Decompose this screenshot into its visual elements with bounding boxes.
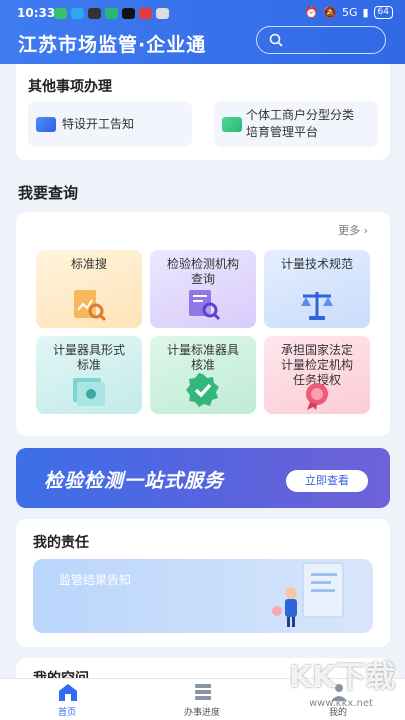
app-icon [105,8,118,19]
special-equipment-notice-label: 特设开工告知 [62,117,135,131]
message-icon [71,8,84,19]
tile-label: 计量技术规范 [264,257,370,272]
individual-business-platform-label-1: 个体工商户分型分类 [246,108,355,122]
tile-label-line1: 标准搜 [70,257,107,271]
agency-search-icon [189,290,221,321]
award-seal-icon [306,383,328,410]
banner-title: 检验检测一站式服务 [44,470,225,492]
special-equipment-notice-item[interactable]: 特设开工告知 [28,101,192,147]
progress-list-icon [195,684,211,700]
system-icons: ⏰ 🔕 5G ▮ 64 [305,6,393,19]
individual-business-platform-item[interactable]: 个体工商户分型分类 培育管理平台 [214,101,378,147]
query-section-title: 我要查询 [18,184,79,202]
query-card: 更多 › 标准搜 检验检测机构 查询 计量技术规范 计量器具形式 标准 计量标准… [16,212,390,436]
status-bar: 10:33 ⏰ 🔕 5G ▮ 64 [0,0,405,26]
watermark-url: www.kkx.net [309,698,373,709]
tile-label: 标准搜 [36,257,142,272]
supervision-result-label: 监管结果告知 [59,573,132,587]
chevron-right-icon: › [363,224,368,237]
mute-icon: 🔕 [323,6,337,19]
more-link[interactable]: 更多 › [338,222,368,238]
tab-progress-label: 办事进度 [183,708,220,718]
signal-label: 5G [341,6,358,19]
watermark-logo-text: KK下载 [289,660,396,695]
tile-measuring-instrument-type[interactable]: 计量器具形式 标准 [36,336,142,414]
tile-standard-search[interactable]: 标准搜 [36,250,142,328]
tile-label-line1: 计量标准器具 [166,343,239,357]
monitor-icon [222,117,242,132]
tile-label-line1: 计量器具形式 [52,343,125,357]
alarm-icon: ⏰ [304,6,319,19]
tiktok-icon [122,8,135,19]
tile-label-line1: 承担国家法定 [280,343,353,357]
responsibility-title: 我的责任 [33,535,89,551]
qq-icon [88,8,101,19]
watermark: KK下载 www.kkx.net [289,652,399,718]
tile-metrology-technical-spec[interactable]: 计量技术规范 [264,250,370,328]
search-input[interactable] [256,26,386,54]
responsibility-card: 我的责任 监管结果告知 [16,519,390,647]
home-icon [59,684,77,701]
tile-label-line2: 计量检定机构 [280,358,353,372]
tile-inspection-agency-query[interactable]: 检验检测机构 查询 [150,250,256,328]
individual-business-platform-label-2: 培育管理平台 [246,125,319,139]
tile-label: 计量标准器具 核准 [150,343,256,373]
news-icon [139,8,152,19]
scale-icon [301,292,333,320]
other-matters-title: 其他事项办理 [28,79,112,95]
app-header: 10:33 ⏰ 🔕 5G ▮ 64 江苏市场监管·企业通 [0,0,405,64]
inspection-service-banner[interactable]: 检验检测一站式服务 立即查看 [16,448,390,508]
k-app-icon [156,8,169,19]
tab-home-label: 首页 [57,708,76,718]
tile-label-line1: 检验检测机构 [166,257,239,271]
signal-icon: ▮ [362,6,369,19]
document-search-icon [74,290,107,322]
tab-progress[interactable]: 办事进度 [152,679,252,720]
search-icon [269,33,283,47]
tab-home[interactable]: 首页 [17,679,117,720]
document-illustration-icon [272,562,344,627]
wechat-icon [54,8,67,19]
monitor-icon [36,117,56,132]
app-title: 江苏市场监管·企业通 [18,34,207,56]
tile-legal-verification-authorization[interactable]: 承担国家法定 计量检定机构 任务授权 [264,336,370,414]
notification-icons [54,8,169,19]
status-time: 10:33 [17,6,56,20]
certificate-icon [73,378,105,406]
tile-measurement-standard-approval[interactable]: 计量标准器具 核准 [150,336,256,414]
view-now-button[interactable]: 立即查看 [286,470,368,492]
tile-label: 检验检测机构 查询 [150,257,256,287]
tile-label: 计量器具形式 标准 [36,343,142,373]
more-label: 更多 [338,224,361,237]
supervision-result-notice[interactable]: 监管结果告知 [33,559,373,633]
battery-icon: 64 [373,6,393,19]
other-matters-card: 其他事项办理 特设开工告知 个体工商户分型分类 培育管理平台 [16,64,390,160]
tile-label-line1: 计量技术规范 [280,257,353,271]
check-badge-icon [186,373,219,407]
